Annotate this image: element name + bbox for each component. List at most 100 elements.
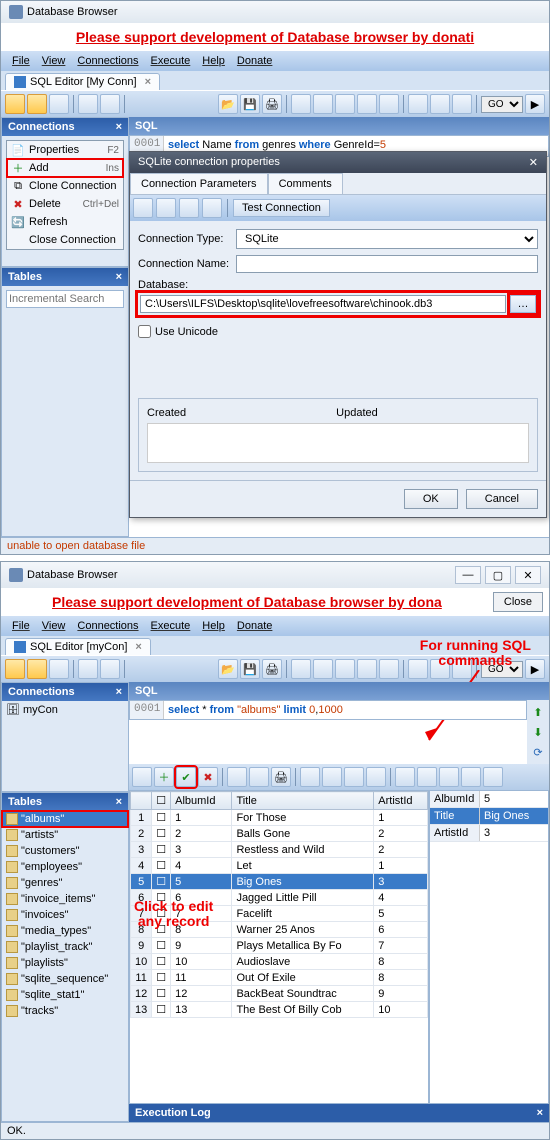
table-row[interactable]: 8☐8Warner 25 Anos6	[131, 922, 428, 938]
panel-close-icon[interactable]: ×	[116, 271, 122, 283]
menu-connections[interactable]: Connections	[72, 618, 143, 634]
toolbar-btn[interactable]	[202, 198, 222, 218]
go-select[interactable]: GO	[481, 96, 523, 113]
open-icon[interactable]: 📂	[218, 659, 238, 679]
toolbar-btn[interactable]	[408, 94, 428, 114]
titlebar[interactable]: Database Browser	[1, 1, 549, 23]
commit-icon[interactable]: ✔	[176, 767, 196, 787]
ctx-delete[interactable]: ✖ Delete Ctrl+Del	[7, 195, 123, 213]
panel-close-icon[interactable]: ×	[116, 121, 122, 133]
menu-execute[interactable]: Execute	[146, 53, 196, 69]
ctx-properties[interactable]: 📄 Properties F2	[7, 141, 123, 159]
toolbar-btn[interactable]	[5, 659, 25, 679]
editor-tab[interactable]: SQL Editor [My Conn] ×	[5, 73, 160, 90]
detail-row[interactable]: AlbumId5	[430, 791, 548, 808]
detail-row[interactable]: ArtistId3	[430, 825, 548, 842]
table-item[interactable]: "invoices"	[2, 907, 128, 923]
table-row[interactable]: 11☐11Out Of Exile8	[131, 970, 428, 986]
result-grid[interactable]: Click to edit any record ☐AlbumIdTitleAr…	[129, 790, 429, 1104]
database-path-input[interactable]	[140, 295, 506, 313]
table-item[interactable]: "playlist_track"	[2, 939, 128, 955]
toolbar-btn[interactable]	[439, 767, 459, 787]
print-icon[interactable]: 🖨	[262, 659, 282, 679]
menu-view[interactable]: View	[37, 618, 71, 634]
table-item[interactable]: "invoice_items"	[2, 891, 128, 907]
toolbar-btn[interactable]	[408, 659, 428, 679]
toolbar-btn[interactable]	[335, 659, 355, 679]
menu-donate[interactable]: Donate	[232, 618, 277, 634]
dialog-close-icon[interactable]: ✕	[529, 156, 538, 169]
menu-help[interactable]: Help	[197, 618, 230, 634]
toolbar-btn[interactable]	[313, 659, 333, 679]
menu-donate[interactable]: Donate	[232, 53, 277, 69]
toolbar-btn[interactable]	[395, 767, 415, 787]
toolbar-btn[interactable]	[78, 94, 98, 114]
toolbar-btn[interactable]	[27, 659, 47, 679]
toolbar-btn[interactable]	[291, 659, 311, 679]
table-item[interactable]: "albums"	[2, 811, 128, 827]
column-header[interactable]: AlbumId	[171, 792, 232, 810]
tab-conn-params[interactable]: Connection Parameters	[130, 173, 268, 194]
panel-close-icon[interactable]: ×	[116, 796, 122, 808]
toolbar-btn[interactable]	[313, 94, 333, 114]
open-icon[interactable]: 📂	[218, 94, 238, 114]
ctx-add[interactable]: ＋ Add Ins	[7, 159, 123, 177]
save-icon[interactable]: 💾	[240, 659, 260, 679]
go-select[interactable]: GO	[481, 661, 523, 678]
run-icon[interactable]: ▶	[525, 659, 545, 679]
connection-item[interactable]: 🗄 myCon	[2, 701, 128, 718]
editor-tab[interactable]: SQL Editor [myCon] ×	[5, 638, 151, 655]
table-item[interactable]: "customers"	[2, 843, 128, 859]
unicode-checkbox[interactable]	[138, 325, 151, 338]
toolbar-btn[interactable]	[379, 659, 399, 679]
toolbar-btn[interactable]	[249, 767, 269, 787]
toolbar-btn[interactable]	[430, 94, 450, 114]
toolbar-btn[interactable]	[49, 94, 69, 114]
search-input[interactable]	[6, 290, 124, 308]
save-icon[interactable]: 💾	[240, 94, 260, 114]
toolbar-btn[interactable]	[27, 94, 47, 114]
toolbar-btn[interactable]	[5, 94, 25, 114]
toolbar-btn[interactable]	[100, 659, 120, 679]
close-icon[interactable]: ✕	[515, 566, 541, 584]
table-row[interactable]: 2☐2Balls Gone2	[131, 826, 428, 842]
panel-close-icon[interactable]: ×	[537, 1107, 543, 1119]
toolbar-btn[interactable]	[357, 94, 377, 114]
conn-name-input[interactable]	[236, 255, 538, 273]
toolbar-btn[interactable]	[227, 767, 247, 787]
toolbar-btn[interactable]	[452, 94, 472, 114]
menu-connections[interactable]: Connections	[72, 53, 143, 69]
table-row[interactable]: 13☐13The Best Of Billy Cob10	[131, 1002, 428, 1018]
table-row[interactable]: 7☐7Facelift5	[131, 906, 428, 922]
table-item[interactable]: "artists"	[2, 827, 128, 843]
banner-close-button[interactable]: Close	[493, 592, 543, 612]
table-row[interactable]: 12☐12BackBeat Soundtrac9	[131, 986, 428, 1002]
table-item[interactable]: "sqlite_stat1"	[2, 987, 128, 1003]
table-row[interactable]: 10☐10Audioslave8	[131, 954, 428, 970]
ctx-close-conn[interactable]: Close Connection	[7, 231, 123, 249]
ok-button[interactable]: OK	[404, 489, 458, 509]
toolbar-btn[interactable]	[452, 659, 472, 679]
toolbar-btn[interactable]	[179, 198, 199, 218]
table-item[interactable]: "playlists"	[2, 955, 128, 971]
table-row[interactable]: 5☐5Big Ones3	[131, 874, 428, 890]
toolbar-btn[interactable]	[78, 659, 98, 679]
arrow-up-icon[interactable]: ⬆	[530, 704, 546, 720]
tab-comments[interactable]: Comments	[268, 173, 343, 194]
menu-file[interactable]: File	[7, 53, 35, 69]
table-row[interactable]: 4☐4Let1	[131, 858, 428, 874]
close-tab-icon[interactable]: ×	[135, 641, 141, 653]
test-connection-button[interactable]: Test Connection	[233, 199, 330, 217]
add-icon[interactable]: ＋	[154, 767, 174, 787]
maximize-icon[interactable]: ▢	[485, 566, 511, 584]
toolbar-btn[interactable]	[335, 94, 355, 114]
menu-file[interactable]: File	[7, 618, 35, 634]
table-item[interactable]: "employees"	[2, 859, 128, 875]
ctx-refresh[interactable]: 🔄 Refresh	[7, 213, 123, 231]
conn-type-select[interactable]: SQLite	[236, 229, 538, 249]
print-icon[interactable]: 🖨	[262, 94, 282, 114]
table-item[interactable]: "sqlite_sequence"	[2, 971, 128, 987]
toolbar-btn[interactable]	[49, 659, 69, 679]
sql-editor[interactable]: 0001 select * from "albums" limit 0,1000	[129, 700, 527, 720]
table-row[interactable]: 9☐9Plays Metallica By Fo7	[131, 938, 428, 954]
